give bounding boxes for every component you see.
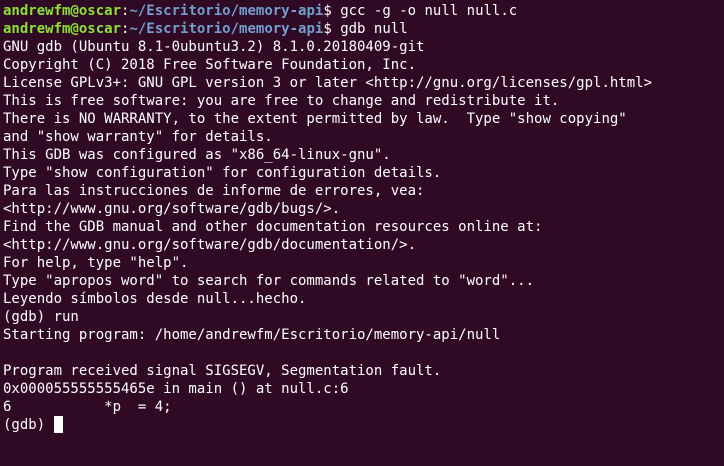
output-line: Starting program: /home/andrewfm/Escrito… <box>3 327 501 343</box>
prompt-symbol: $ <box>323 3 332 19</box>
shell-prompt-line: andrewfm@oscar:~/Escritorio/memory-api$ … <box>3 20 724 38</box>
output-line: This GDB was configured as "x86_64-linux… <box>3 147 391 163</box>
prompt-command: gcc -g -o null null.c <box>340 3 518 19</box>
output-line: Find the GDB manual and other documentat… <box>3 219 543 235</box>
gdb-prompt: (gdb) <box>3 417 54 433</box>
output-line: (gdb) run <box>3 309 79 325</box>
prompt-symbol: $ <box>323 21 332 37</box>
prompt-user: andrewfm@oscar <box>3 21 122 37</box>
output-line: Para las instrucciones de informe de err… <box>3 183 425 199</box>
output-line: <http://www.gnu.org/software/gdb/documen… <box>3 237 417 253</box>
output-line: This is free software: you are free to c… <box>3 93 560 109</box>
output-line: Leyendo símbolos desde null...hecho. <box>3 291 307 307</box>
output-line: and "show warranty" for details. <box>3 129 273 145</box>
output-line: GNU gdb (Ubuntu 8.1-0ubuntu3.2) 8.1.0.20… <box>3 39 425 55</box>
output-line: For help, type "help". <box>3 255 189 271</box>
output-line: License GPLv3+: GNU GPL version 3 or lat… <box>3 75 653 91</box>
prompt-command: gdb null <box>340 21 408 37</box>
text-cursor <box>53 416 63 433</box>
output-line: 6 *p = 4; <box>3 399 172 415</box>
prompt-path: ~/Escritorio/memory-api <box>129 21 324 37</box>
output-line: Type "apropos word" to search for comman… <box>3 273 535 289</box>
gdb-input-line[interactable]: (gdb) <box>3 416 724 434</box>
output-line: Program received signal SIGSEGV, Segment… <box>3 363 442 379</box>
shell-prompt-line: andrewfm@oscar:~/Escritorio/memory-api$ … <box>3 2 724 20</box>
output-line: Type "show configuration" for configurat… <box>3 165 442 181</box>
output-line: There is NO WARRANTY, to the extent perm… <box>3 111 627 127</box>
output-line: <http://www.gnu.org/software/gdb/bugs/>. <box>3 201 341 217</box>
terminal-window[interactable]: andrewfm@oscar:~/Escritorio/memory-api$ … <box>0 0 724 466</box>
prompt-path: ~/Escritorio/memory-api <box>129 3 324 19</box>
output-line: 0x000055555555465e in main () at null.c:… <box>3 381 349 397</box>
prompt-user: andrewfm@oscar <box>3 3 122 19</box>
output-line: Copyright (C) 2018 Free Software Foundat… <box>3 57 417 73</box>
